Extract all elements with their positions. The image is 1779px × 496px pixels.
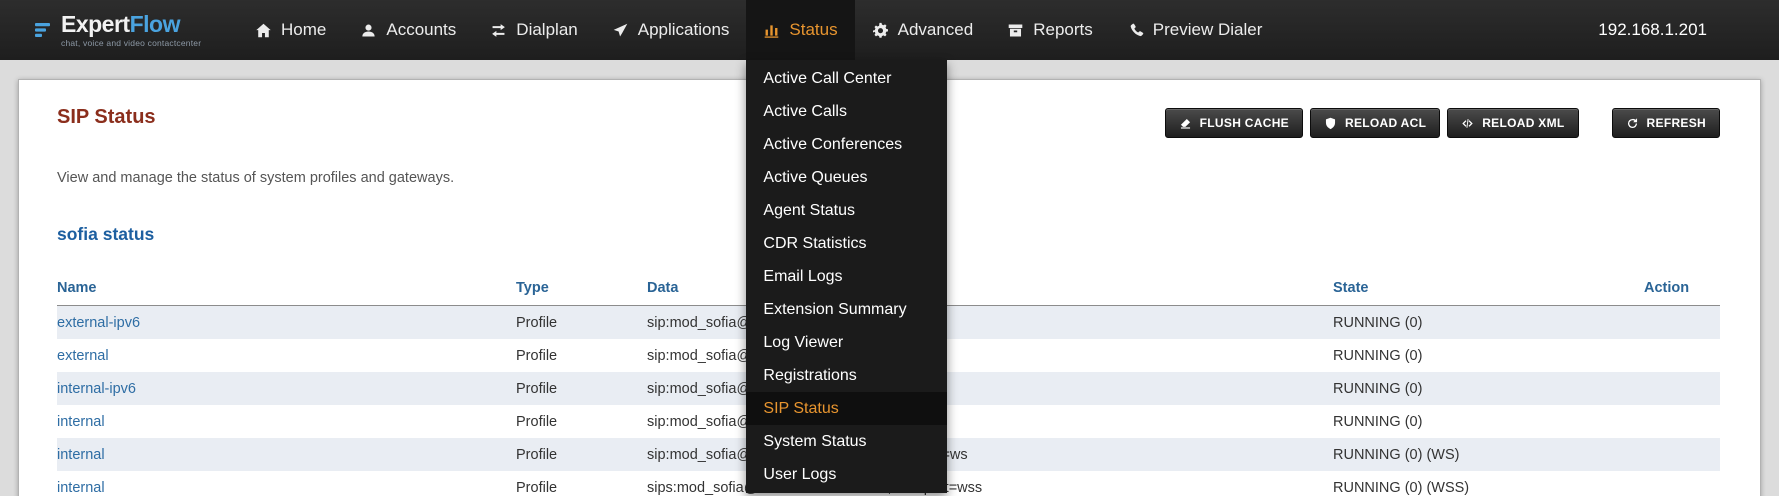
column-header-name: Name xyxy=(57,280,516,296)
nav-label: Status xyxy=(789,20,837,40)
menu-item-sip-status[interactable]: SIP Status xyxy=(746,392,947,425)
cell-state: RUNNING (0) xyxy=(1333,348,1644,364)
toolbar: FLUSH CACHE RELOAD ACL RELOAD XML REFRES… xyxy=(1165,108,1720,138)
nav-item-dialplan[interactable]: Dialplan xyxy=(473,0,594,60)
brand-text: ExpertFlow chat, voice and video contact… xyxy=(61,13,201,48)
profile-link[interactable]: external-ipv6 xyxy=(57,315,140,331)
button-label: REFRESH xyxy=(1647,116,1706,130)
cell-state: RUNNING (0) (WS) xyxy=(1333,447,1644,463)
brand-logo[interactable]: ExpertFlow chat, voice and video contact… xyxy=(34,0,226,60)
reload-xml-button[interactable]: RELOAD XML xyxy=(1447,108,1578,138)
nav-item-advanced[interactable]: Advanced xyxy=(855,0,991,60)
cell-state: RUNNING (0) xyxy=(1333,414,1644,430)
nav-item-status[interactable]: Status Active Call Center Active Calls A… xyxy=(746,0,854,60)
column-header-state: State xyxy=(1333,280,1644,296)
top-navbar: ExpertFlow chat, voice and video contact… xyxy=(0,0,1779,60)
menu-item-email-logs[interactable]: Email Logs xyxy=(746,260,947,293)
cell-state: RUNNING (0) (WSS) xyxy=(1333,480,1644,496)
cell-type: Profile xyxy=(516,348,647,364)
refresh-button[interactable]: REFRESH xyxy=(1612,108,1720,138)
nav-label: Dialplan xyxy=(516,20,577,40)
shield-icon xyxy=(1324,117,1337,130)
nav-label: Accounts xyxy=(386,20,456,40)
reload-acl-button[interactable]: RELOAD ACL xyxy=(1310,108,1440,138)
menu-item-active-queues[interactable]: Active Queues xyxy=(746,161,947,194)
column-header-action: Action xyxy=(1644,280,1720,296)
menu-item-active-calls[interactable]: Active Calls xyxy=(746,95,947,128)
nav-label: Reports xyxy=(1033,20,1093,40)
profile-link[interactable]: external xyxy=(57,348,109,364)
menu-item-extension-summary[interactable]: Extension Summary xyxy=(746,293,947,326)
cell-type: Profile xyxy=(516,480,647,496)
profile-link[interactable]: internal-ipv6 xyxy=(57,381,136,397)
code-icon xyxy=(1461,117,1474,130)
flush-cache-button[interactable]: FLUSH CACHE xyxy=(1165,108,1303,138)
menu-item-registrations[interactable]: Registrations xyxy=(746,359,947,392)
nav-item-preview-dialer[interactable]: Preview Dialer xyxy=(1110,0,1280,60)
main-menu: Home Accounts Dialplan Applications Stat… xyxy=(238,0,1279,60)
nav-label: Home xyxy=(281,20,326,40)
profile-link[interactable]: internal xyxy=(57,414,105,430)
menu-item-cdr-statistics[interactable]: CDR Statistics xyxy=(746,227,947,260)
nav-label: Preview Dialer xyxy=(1153,20,1263,40)
home-icon xyxy=(255,22,272,39)
advanced-gear-icon xyxy=(872,22,889,39)
brand-bars-icon xyxy=(34,20,54,40)
screen: ExpertFlow chat, voice and video contact… xyxy=(0,0,1779,496)
cell-state: RUNNING (0) xyxy=(1333,315,1644,331)
accounts-icon xyxy=(360,22,377,39)
profile-link[interactable]: internal xyxy=(57,447,105,463)
menu-item-active-call-center[interactable]: Active Call Center xyxy=(746,62,947,95)
nav-item-accounts[interactable]: Accounts xyxy=(343,0,473,60)
cell-type: Profile xyxy=(516,447,647,463)
server-address: 192.168.1.201 xyxy=(1598,0,1707,60)
cell-type: Profile xyxy=(516,414,647,430)
status-dropdown-menu: Active Call Center Active Calls Active C… xyxy=(746,60,947,493)
menu-item-active-conferences[interactable]: Active Conferences xyxy=(746,128,947,161)
menu-item-system-status[interactable]: System Status xyxy=(746,425,947,458)
eraser-icon xyxy=(1179,117,1192,130)
nav-label: Advanced xyxy=(898,20,974,40)
cell-type: Profile xyxy=(516,381,647,397)
menu-item-agent-status[interactable]: Agent Status xyxy=(746,194,947,227)
dialplan-icon xyxy=(490,22,507,39)
profile-link[interactable]: internal xyxy=(57,480,105,496)
nav-label: Applications xyxy=(638,20,730,40)
status-icon xyxy=(763,22,780,39)
applications-icon xyxy=(612,22,629,39)
cell-state: RUNNING (0) xyxy=(1333,381,1644,397)
nav-item-applications[interactable]: Applications xyxy=(595,0,747,60)
menu-item-log-viewer[interactable]: Log Viewer xyxy=(746,326,947,359)
nav-item-reports[interactable]: Reports xyxy=(990,0,1110,60)
brand-tagline: chat, voice and video contactcenter xyxy=(61,39,201,48)
button-label: RELOAD ACL xyxy=(1345,116,1426,130)
brand-name-secondary: Flow xyxy=(130,11,180,37)
refresh-icon xyxy=(1626,117,1639,130)
brand-name-primary: Expert xyxy=(61,11,130,37)
preview-dialer-phone-icon xyxy=(1127,22,1144,39)
button-label: RELOAD XML xyxy=(1482,116,1564,130)
menu-item-user-logs[interactable]: User Logs xyxy=(746,458,947,491)
button-label: FLUSH CACHE xyxy=(1200,116,1289,130)
nav-item-home[interactable]: Home xyxy=(238,0,343,60)
cell-type: Profile xyxy=(516,315,647,331)
column-header-type: Type xyxy=(516,280,647,296)
reports-icon xyxy=(1007,22,1024,39)
